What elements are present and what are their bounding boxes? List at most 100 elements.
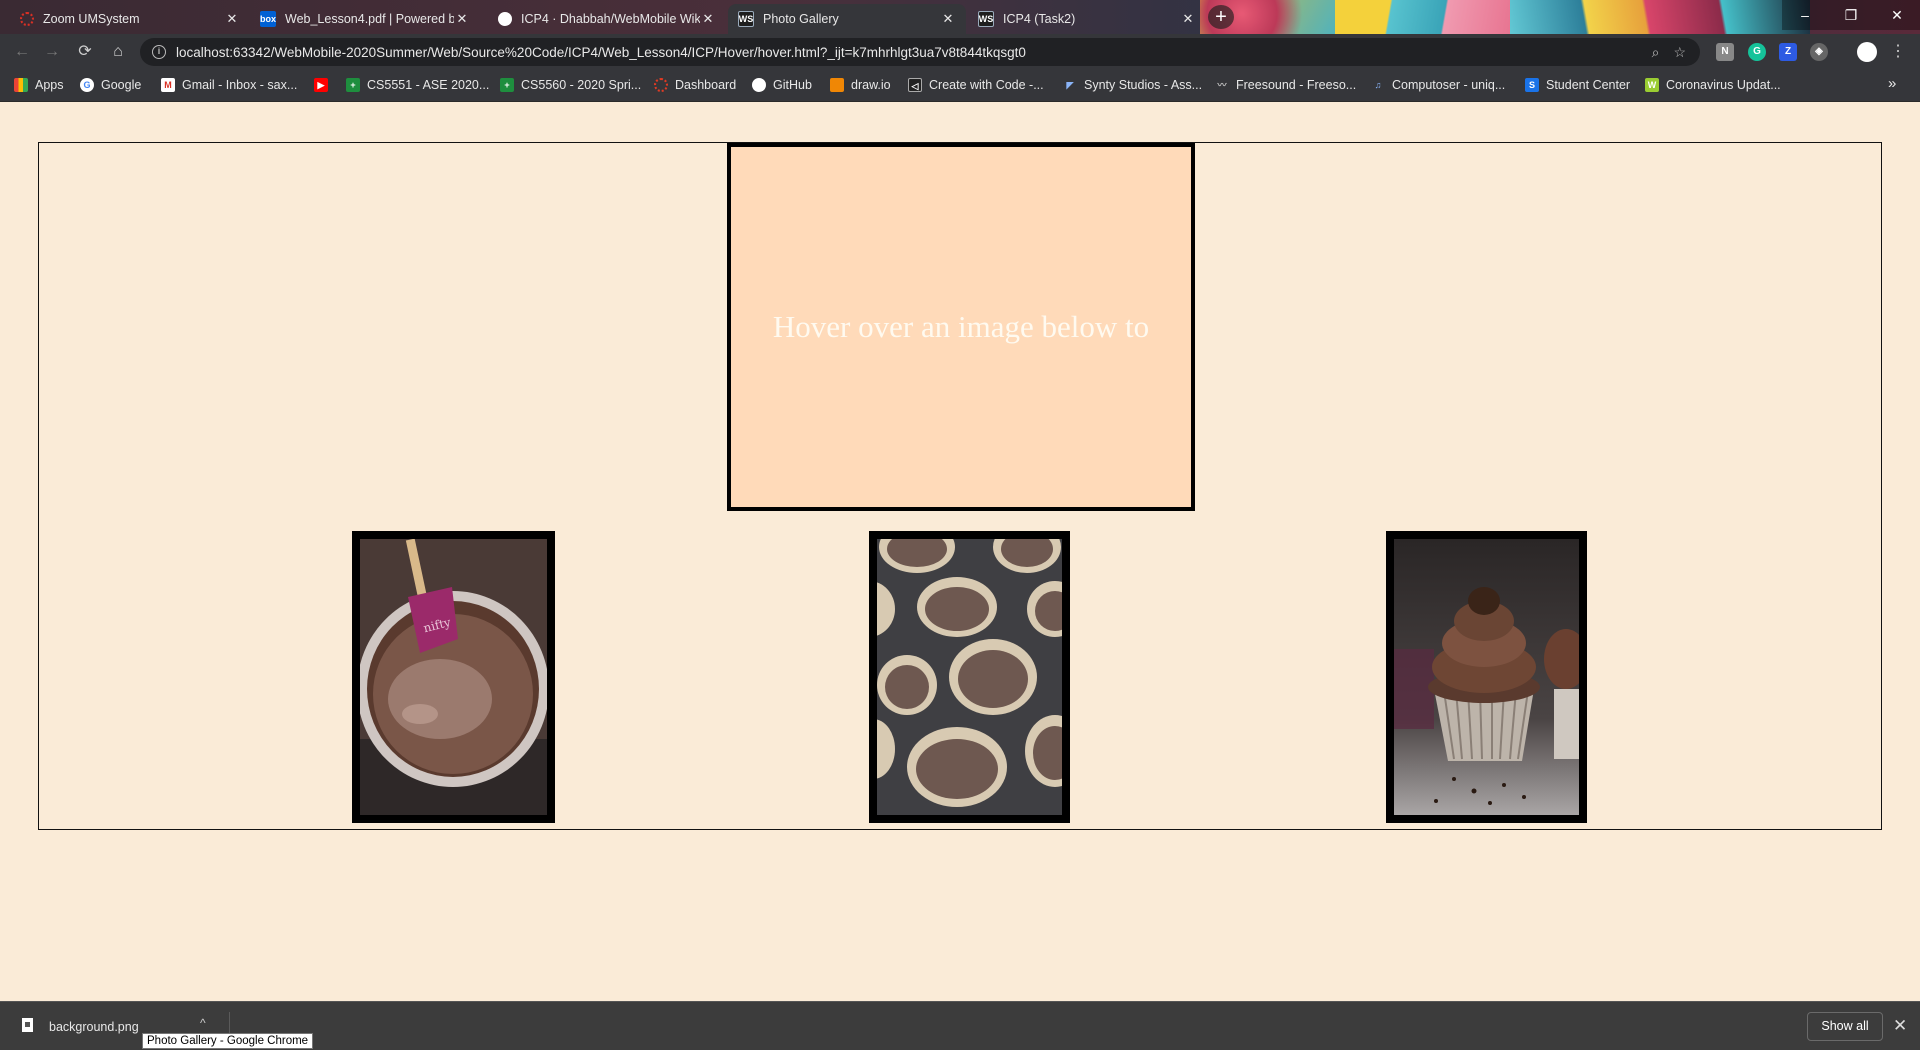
extension-icon[interactable]: N <box>1716 43 1734 61</box>
plus-icon: + <box>346 78 360 92</box>
bookmark-drawio[interactable]: draw.io <box>830 78 891 92</box>
thumbnail-frosted-cupcake[interactable] <box>1386 531 1587 823</box>
restore-button[interactable]: ❐ <box>1828 0 1874 30</box>
bookmark-computoser[interactable]: ♫ Computoser - uniq... <box>1371 78 1506 92</box>
main-image-caption: Hover over an image below to <box>772 309 1150 344</box>
zotero-icon[interactable]: Z <box>1779 43 1797 61</box>
tab-title: Zoom UMSystem <box>43 12 140 26</box>
bookmark-label: draw.io <box>851 78 891 92</box>
theme-art <box>1335 0 1515 34</box>
close-window-button[interactable]: ✕ <box>1874 0 1920 30</box>
bookmark-synty[interactable]: ◤ Synty Studios - Ass... <box>1063 78 1203 92</box>
close-icon[interactable]: ✕ <box>224 11 240 27</box>
tab-icp4-task2[interactable]: WS ICP4 (Task2) ✕ <box>968 4 1206 34</box>
new-tab-button[interactable]: + <box>1208 5 1234 29</box>
bookmark-label: Student Center <box>1546 78 1631 92</box>
close-icon[interactable]: ✕ <box>700 11 716 27</box>
home-icon[interactable]: ⌂ <box>106 40 130 64</box>
bookmark-youtube[interactable]: ▶ <box>314 78 335 92</box>
bookmark-gmail[interactable]: M Gmail - Inbox - sax... <box>161 78 297 92</box>
bookmarks-overflow-icon[interactable]: » <box>1888 75 1896 92</box>
back-icon[interactable]: ← <box>10 40 34 64</box>
zoom-icon <box>20 12 34 26</box>
thumbnail-cupcake-tin[interactable] <box>869 531 1070 823</box>
avatar[interactable] <box>1857 42 1877 62</box>
freesound-icon: 〰 <box>1217 80 1227 90</box>
theme-art <box>1510 0 1810 34</box>
forward-icon[interactable]: → <box>40 40 64 64</box>
tooltip: Photo Gallery - Google Chrome <box>142 1033 314 1049</box>
minimize-button[interactable]: – <box>1782 0 1828 30</box>
github-icon <box>498 12 512 26</box>
bookmark-label: GitHub <box>773 78 812 92</box>
webstorm-icon: WS <box>738 11 754 27</box>
bookmark-star-icon[interactable]: ☆ <box>1673 44 1686 61</box>
address-bar[interactable]: i localhost:63342/WebMobile-2020Summer/W… <box>140 38 1700 66</box>
thumbnail-batter-bowl[interactable]: nifty <box>352 531 555 823</box>
bookmark-github[interactable]: GitHub <box>752 78 812 92</box>
bookmark-student-center[interactable]: S Student Center <box>1525 78 1630 92</box>
gallery-container: Hover over an image below to nifty <box>38 142 1882 830</box>
download-file-name[interactable]: background.png <box>49 1020 139 1034</box>
google-icon: G <box>80 78 94 92</box>
page-content: Hover over an image below to nifty <box>0 102 1920 1001</box>
synty-icon: ◤ <box>1066 80 1074 90</box>
bookmark-cs5560[interactable]: + CS5560 - 2020 Spri... <box>500 78 641 92</box>
bookmark-label: Dashboard <box>675 78 737 92</box>
worldometer-icon: W <box>1645 78 1659 92</box>
bookmark-label: Apps <box>35 78 64 92</box>
tab-box[interactable]: box Web_Lesson4.pdf | Powered by B ✕ <box>250 4 480 34</box>
plus-icon: + <box>500 78 514 92</box>
cupcake-tin-image <box>877 539 1062 815</box>
bookmark-coronavirus[interactable]: W Coronavirus Updat... <box>1645 78 1781 92</box>
frosted-cupcake-image <box>1394 539 1579 815</box>
close-icon[interactable]: ✕ <box>454 11 470 27</box>
bookmarks-bar: Apps G Google M Gmail - Inbox - sax... ▶ +… <box>0 70 1920 102</box>
file-icon <box>22 1018 33 1032</box>
webstorm-icon: WS <box>978 11 994 27</box>
bookmark-label: CS5560 - 2020 Spri... <box>521 78 642 92</box>
tab-title: Photo Gallery <box>763 12 839 26</box>
info-icon[interactable]: i <box>152 45 166 59</box>
url-text[interactable]: localhost:63342/WebMobile-2020Summer/Web… <box>176 45 1026 60</box>
tab-photo-gallery[interactable]: WS Photo Gallery ✕ <box>728 4 966 34</box>
tab-title: ICP4 · Dhabbah/WebMobile Wiki <box>521 12 700 26</box>
bookmark-label: Create with Code -... <box>929 78 1044 92</box>
github-icon <box>752 78 766 92</box>
show-all-button[interactable]: Show all <box>1807 1012 1883 1041</box>
youtube-icon: ▶ <box>314 78 328 92</box>
bookmark-label: CS5551 - ASE 2020... <box>367 78 490 92</box>
close-icon[interactable]: ✕ <box>940 11 956 27</box>
tab-zoom[interactable]: Zoom UMSystem ✕ <box>10 4 250 34</box>
tab-title: ICP4 (Task2) <box>1003 12 1076 26</box>
box-icon: box <box>260 11 276 27</box>
bookmark-cs5551[interactable]: + CS5551 - ASE 2020... <box>346 78 489 92</box>
batter-bowl-image: nifty <box>360 539 547 815</box>
browser-toolbar: ← → ⟳ ⌂ i localhost:63342/WebMobile-2020… <box>0 34 1920 70</box>
close-icon[interactable]: ✕ <box>1180 11 1196 27</box>
gmail-icon: M <box>161 78 175 92</box>
bookmark-apps[interactable]: Apps <box>14 78 64 92</box>
tab-github-wiki[interactable]: ICP4 · Dhabbah/WebMobile Wiki ✕ <box>488 4 726 34</box>
bookmark-label: Coronavirus Updat... <box>1666 78 1781 92</box>
grammarly-icon[interactable]: G <box>1748 43 1766 61</box>
menu-icon[interactable]: ⋮ <box>1886 40 1910 64</box>
shield-icon[interactable]: ◈ <box>1810 43 1828 61</box>
canvas-icon <box>654 78 668 92</box>
bookmark-label: Computoser - uniq... <box>1392 78 1506 92</box>
bookmark-label: Synty Studios - Ass... <box>1084 78 1203 92</box>
bookmark-label: Google <box>101 78 142 92</box>
close-icon[interactable]: ✕ <box>1893 1016 1907 1036</box>
zoom-lens-icon[interactable]: ⌕ <box>1652 44 1660 61</box>
apps-icon <box>14 78 28 92</box>
reload-icon[interactable]: ⟳ <box>73 40 97 64</box>
chevron-up-icon[interactable]: ^ <box>200 1016 206 1030</box>
bookmark-label: Freesound - Freeso... <box>1236 78 1357 92</box>
bookmark-label: Gmail - Inbox - sax... <box>182 78 298 92</box>
bookmark-dashboard[interactable]: Dashboard <box>654 78 736 92</box>
tab-strip: Zoom UMSystem ✕ box Web_Lesson4.pdf | Po… <box>0 0 1920 34</box>
bookmark-google[interactable]: G Google <box>80 78 141 92</box>
bookmark-freesound[interactable]: 〰 Freesound - Freeso... <box>1215 78 1356 92</box>
download-bar: background.png ^ Photo Gallery - Google … <box>0 1001 1920 1050</box>
bookmark-create-with-code[interactable]: ◁ Create with Code -... <box>908 78 1044 92</box>
